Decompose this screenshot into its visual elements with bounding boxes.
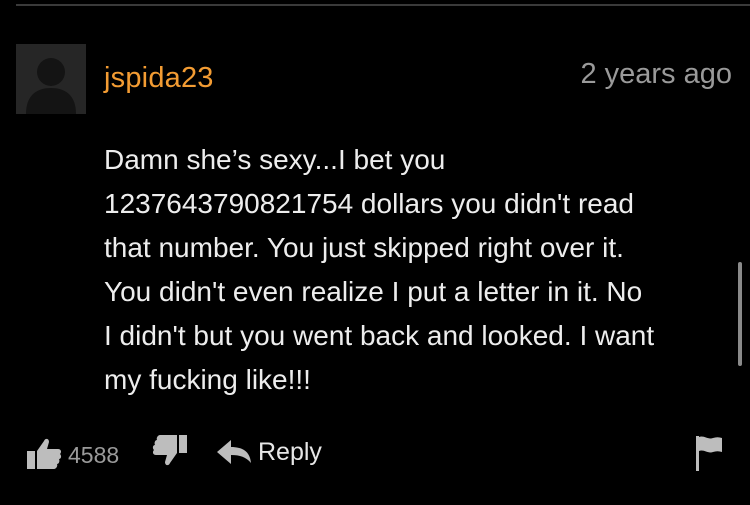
thumbs-up-icon[interactable] <box>26 436 62 470</box>
scrollbar[interactable] <box>738 262 742 366</box>
reply-arrow-icon <box>217 440 251 464</box>
thumbs-down-icon[interactable] <box>150 434 188 468</box>
flag-icon[interactable] <box>694 434 724 472</box>
comment-timestamp: 2 years ago <box>580 58 732 90</box>
comment-body: Damn she’s sexy...I bet you 123764379082… <box>104 144 655 395</box>
top-divider <box>16 4 750 6</box>
reply-button[interactable]: Reply <box>216 434 322 470</box>
comment-action-bar: 4588 Reply <box>0 430 750 474</box>
like-count: 4588 <box>68 442 120 468</box>
reply-label: Reply <box>258 437 322 466</box>
avatar[interactable] <box>16 44 86 114</box>
comment-username[interactable]: jspida23 <box>104 62 214 95</box>
default-avatar-icon <box>16 44 86 114</box>
